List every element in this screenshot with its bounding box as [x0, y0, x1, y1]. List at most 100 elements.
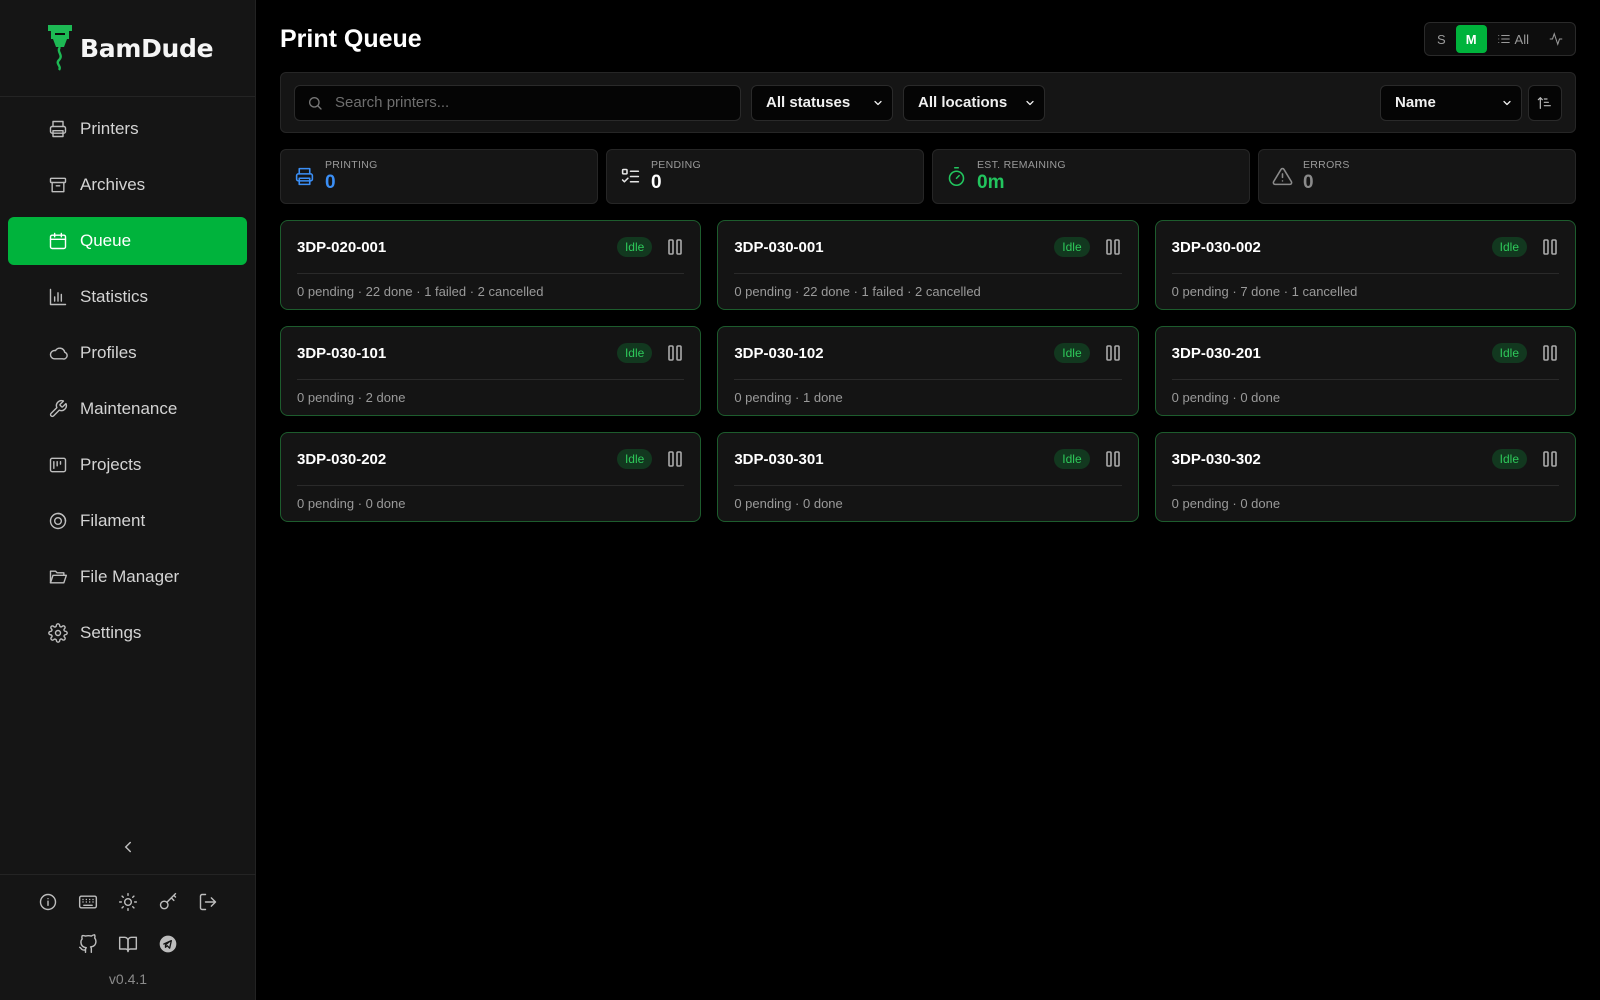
sidebar-item-printers[interactable]: Printers: [8, 105, 247, 153]
printer-name: 3DP-030-101: [297, 344, 387, 362]
printer-queue-card[interactable]: 3DP-030-201 Idle 0 pending · 0 done: [1154, 326, 1576, 416]
sidebar-item-maintenance[interactable]: Maintenance: [8, 385, 247, 433]
pause-queue-button[interactable]: [666, 238, 684, 256]
pause-icon: [1543, 345, 1557, 361]
filter-bar: All statuses All locations Name: [280, 72, 1576, 133]
pause-queue-button[interactable]: [666, 450, 684, 468]
telegram-icon[interactable]: [157, 933, 179, 955]
search-icon: [309, 96, 322, 110]
sort-direction-button[interactable]: [1528, 84, 1562, 121]
pause-queue-button[interactable]: [666, 344, 684, 362]
printer-name: 3DP-030-001: [734, 238, 824, 256]
sidebar-nav: Printers Archives Queue Statistics Profi…: [0, 97, 255, 665]
sidebar-item-settings[interactable]: Settings: [8, 609, 247, 657]
view-all-button[interactable]: All: [1487, 25, 1539, 53]
stat-errors: ERRORS 0: [1258, 149, 1576, 204]
stat-value: 0m: [977, 172, 1005, 193]
status-filter-select[interactable]: All statuses: [751, 84, 893, 121]
printer-queue-card[interactable]: 3DP-030-102 Idle 0 pending · 1 done: [717, 326, 1139, 416]
stat-value: 0: [1303, 172, 1314, 193]
printer-queue-card[interactable]: 3DP-030-301 Idle 0 pending · 0 done: [717, 432, 1139, 522]
printer-queue-card[interactable]: 3DP-030-001 Idle 0 pending · 22 done · 1 …: [717, 220, 1139, 310]
sidebar-item-label: Statistics: [80, 287, 149, 306]
sidebar-item-archives[interactable]: Archives: [8, 161, 247, 209]
stat-value: 0: [325, 172, 336, 193]
chevron-left-icon: [124, 841, 131, 853]
search-box: [294, 84, 741, 121]
activity-view-button[interactable]: [1539, 25, 1573, 53]
footer-links: [0, 933, 256, 955]
info-icon[interactable]: [37, 891, 59, 913]
status-badge: Idle: [1054, 449, 1090, 469]
bamdude-logo-icon: [48, 25, 72, 71]
printer-queue-card[interactable]: 3DP-030-101 Idle 0 pending · 2 done: [280, 326, 702, 416]
book-icon[interactable]: [117, 933, 139, 955]
printer-queue-card[interactable]: 3DP-030-002 Idle 0 pending · 7 done · 1 c…: [1154, 220, 1576, 310]
search-input[interactable]: [335, 94, 715, 111]
location-filter-select[interactable]: All locations: [903, 84, 1045, 121]
logout-icon[interactable]: [197, 891, 219, 913]
sidebar-item-label: Projects: [80, 455, 142, 474]
cloud-icon: [48, 343, 68, 363]
sidebar-item-queue[interactable]: Queue: [8, 217, 247, 265]
brand[interactable]: BamDude: [0, 0, 255, 97]
view-medium-button[interactable]: M: [1455, 25, 1487, 53]
collapse-sidebar-button[interactable]: [0, 838, 256, 856]
queue-summary: 0 pending · 2 done: [297, 390, 406, 405]
sidebar-footer: v0.4.1: [0, 874, 256, 987]
sort-select[interactable]: Name: [1380, 84, 1522, 121]
pause-queue-button[interactable]: [1541, 450, 1559, 468]
queue-summary: 0 pending · 0 done: [1171, 496, 1281, 511]
sidebar-item-projects[interactable]: Projects: [8, 441, 247, 489]
sidebar-item-file-manager[interactable]: File Manager: [8, 553, 247, 601]
sidebar-item-label: File Manager: [80, 567, 180, 586]
sidebar-item-label: Archives: [80, 175, 146, 194]
footer-actions: [0, 891, 256, 913]
queue-summary: 0 pending · 22 done · 1 failed · 2 cance…: [297, 284, 544, 299]
status-badge: Idle: [1054, 237, 1090, 257]
activity-icon: [1549, 32, 1563, 46]
printer-queue-card[interactable]: 3DP-020-001 Idle 0 pending · 22 done · 1 …: [280, 220, 702, 310]
key-icon[interactable]: [157, 891, 179, 913]
list-icon: [1497, 34, 1510, 44]
printer-queue-card[interactable]: 3DP-030-302 Idle 0 pending · 0 done: [1154, 432, 1576, 522]
status-badge: Idle: [1491, 449, 1527, 469]
sidebar-item-filament[interactable]: Filament: [8, 497, 247, 545]
pause-icon: [668, 451, 683, 467]
status-badge: Idle: [616, 343, 653, 363]
pause-queue-button[interactable]: [1104, 344, 1122, 362]
stat-pending: PENDING 0: [606, 149, 924, 204]
printer-name: 3DP-030-002: [1171, 238, 1261, 256]
sidebar: BamDude Printers Archives Queue Statisti…: [0, 0, 256, 1000]
pause-queue-button[interactable]: [1541, 238, 1559, 256]
pause-queue-button[interactable]: [1104, 450, 1122, 468]
queue-summary: 0 pending · 0 done: [1171, 390, 1281, 405]
pause-icon: [668, 345, 683, 361]
stat-value: 0: [651, 172, 662, 193]
queue-summary: 0 pending · 1 done: [734, 390, 843, 405]
sidebar-item-label: Filament: [80, 511, 146, 530]
sidebar-item-profiles[interactable]: Profiles: [8, 329, 247, 377]
pause-queue-button[interactable]: [1104, 238, 1122, 256]
app-root: BamDude Printers Archives Queue Statisti…: [0, 0, 1600, 1000]
keyboard-icon[interactable]: [77, 891, 99, 913]
view-size-toggle: S M All: [1424, 22, 1576, 56]
printer-queue-card[interactable]: 3DP-030-202 Idle 0 pending · 0 done: [280, 432, 702, 522]
sidebar-item-statistics[interactable]: Statistics: [8, 273, 247, 321]
sidebar-item-label: Queue: [80, 231, 132, 250]
folder-open-icon: [48, 567, 68, 587]
github-icon[interactable]: [77, 933, 99, 955]
chevron-down-icon: [874, 100, 882, 105]
sidebar-item-label: Settings: [80, 623, 142, 642]
gear-icon: [48, 623, 68, 643]
archive-icon: [48, 175, 68, 195]
view-small-button[interactable]: S: [1427, 25, 1456, 53]
sidebar-item-label: Maintenance: [80, 399, 178, 418]
filament-icon: [48, 511, 68, 531]
pause-icon: [1105, 451, 1120, 467]
sun-icon[interactable]: [117, 891, 139, 913]
printer-name: 3DP-030-302: [1171, 450, 1261, 468]
pause-queue-button[interactable]: [1541, 344, 1559, 362]
printer-name: 3DP-030-201: [1171, 344, 1261, 362]
queue-stats: PRINTING 0 PENDING 0 EST. REMAINING 0m E…: [280, 149, 1576, 204]
